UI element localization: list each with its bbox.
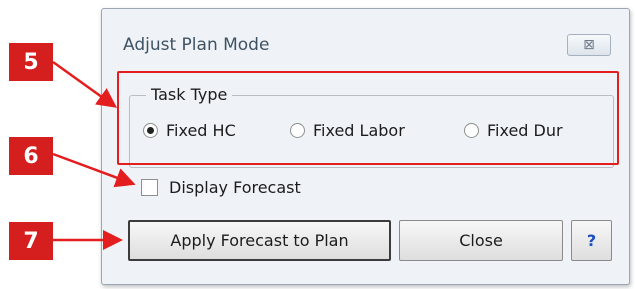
arrow-5 [52,60,118,108]
arrow-6 [52,152,136,188]
callout-arrows [52,60,136,250]
